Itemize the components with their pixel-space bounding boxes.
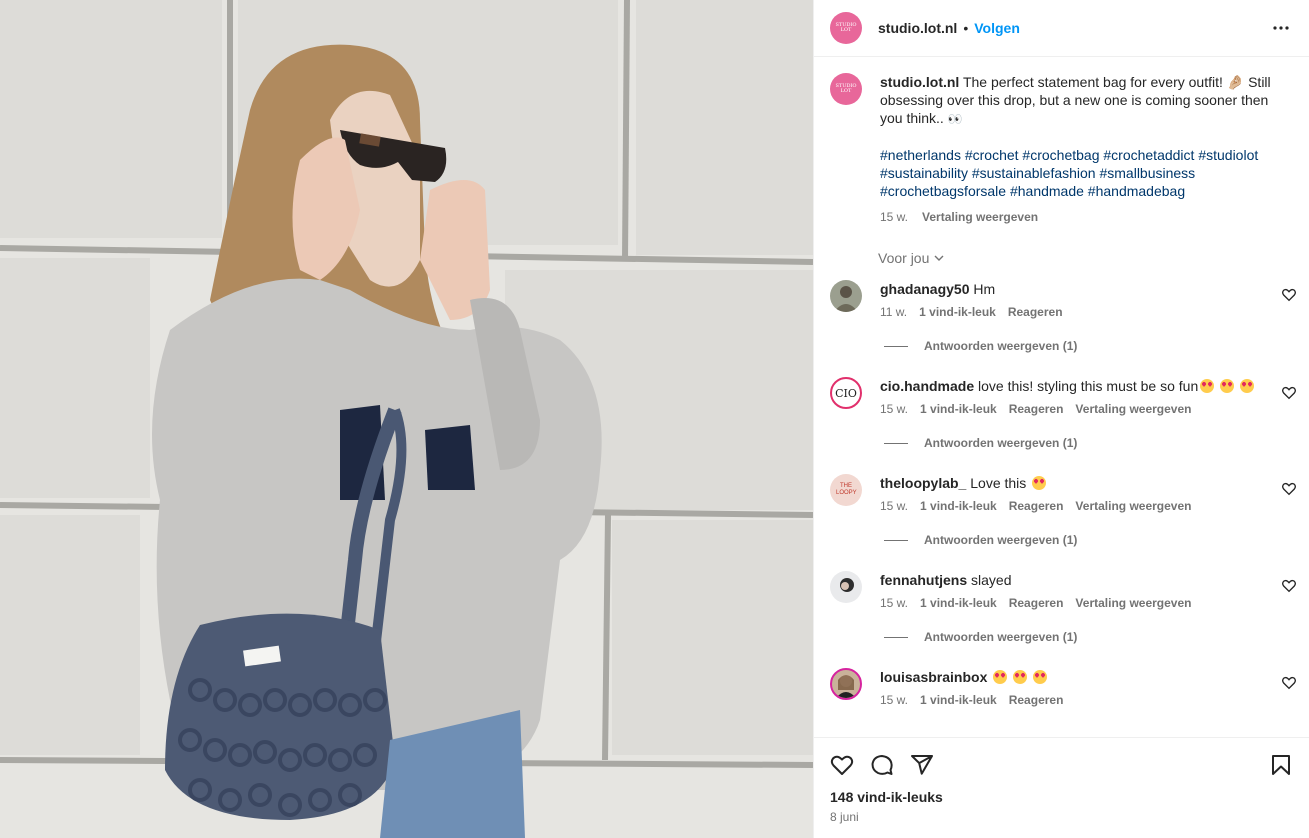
photo-illustration	[0, 0, 813, 838]
eyes-emoji: 👀	[947, 112, 963, 126]
comment-time[interactable]: 15 w.	[880, 499, 908, 513]
view-replies-label: Antwoorden weergeven (1)	[924, 533, 1078, 547]
caption-meta: 15 w. Vertaling weergeven	[880, 208, 1280, 226]
view-replies-button[interactable]: Antwoorden weergeven (1)	[884, 339, 1309, 353]
commenter-avatar[interactable]: THE LOOPY	[830, 474, 862, 506]
heart-eyes-emoji	[1240, 379, 1255, 393]
comment-icon[interactable]	[870, 753, 894, 777]
comment-time[interactable]: 15 w.	[880, 693, 908, 707]
comments-feed[interactable]: STUDIO LOT studio.lot.nl The perfect sta…	[814, 57, 1309, 737]
heart-eyes-emoji	[1033, 670, 1048, 684]
reply-button[interactable]: Reageren	[1009, 402, 1064, 416]
reply-button[interactable]: Reageren	[1009, 693, 1064, 707]
caption-translate-link[interactable]: Vertaling weergeven	[922, 208, 1038, 226]
commenter-avatar[interactable]	[830, 571, 862, 603]
comment-likes[interactable]: 1 vind-ik-leuk	[920, 596, 997, 610]
comment-text: Love this	[970, 475, 1027, 491]
author-username[interactable]: studio.lot.nl	[878, 20, 957, 36]
caption-time[interactable]: 15 w.	[880, 208, 908, 226]
comment-likes[interactable]: 1 vind-ik-leuk	[919, 305, 996, 319]
caption-author-avatar[interactable]: STUDIO LOT	[830, 73, 862, 105]
comment-text: love this! styling this must be so fun	[978, 378, 1199, 394]
commenter-avatar[interactable]	[830, 668, 862, 700]
comment-heart-icon[interactable]	[1281, 481, 1297, 497]
comment-item: ghadanagy50 Hm 11 w. 1 vind-ik-leuk Reag…	[814, 280, 1309, 319]
post-actions: 148 vind-ik-leuks 8 juni	[814, 737, 1309, 838]
separator-dot: •	[963, 20, 969, 36]
comment-item: louisasbrainbox 15 w. 1 vind-ik-leuk Rea…	[814, 668, 1309, 707]
comment-item: CIO cio.handmade love this! styling this…	[814, 377, 1309, 416]
comment-heart-icon[interactable]	[1281, 287, 1297, 303]
commenter-avatar[interactable]	[830, 280, 862, 312]
comment-heart-icon[interactable]	[1281, 675, 1297, 691]
likes-count[interactable]: 148 vind-ik-leuks	[830, 789, 1293, 805]
heart-eyes-emoji	[993, 670, 1008, 684]
heart-eyes-emoji	[1200, 379, 1215, 393]
author-avatar[interactable]: STUDIO LOT	[830, 12, 862, 44]
caption-username[interactable]: studio.lot.nl	[880, 74, 959, 90]
comment-time[interactable]: 15 w.	[880, 402, 908, 416]
view-replies-label: Antwoorden weergeven (1)	[924, 436, 1078, 450]
follow-button[interactable]: Volgen	[974, 20, 1020, 36]
post-caption: STUDIO LOT studio.lot.nl The perfect sta…	[814, 57, 1309, 226]
caption-hashtags[interactable]: #netherlands #crochet #crochetbag #croch…	[880, 146, 1280, 200]
avatar-logo-text: STUDIO LOT	[835, 22, 857, 33]
heart-icon[interactable]	[830, 753, 854, 777]
reply-button[interactable]: Reageren	[1009, 499, 1064, 513]
comment-item: THE LOOPY theloopylab_ Love this 15 w. 1…	[814, 474, 1309, 513]
translate-link[interactable]: Vertaling weergeven	[1075, 499, 1191, 513]
view-replies-label: Antwoorden weergeven (1)	[924, 630, 1078, 644]
post-photo[interactable]	[0, 0, 813, 838]
view-replies-label: Antwoorden weergeven (1)	[924, 339, 1078, 353]
heart-eyes-emoji	[1032, 476, 1047, 490]
translate-link[interactable]: Vertaling weergeven	[1075, 402, 1191, 416]
commenter-username[interactable]: theloopylab_	[880, 475, 966, 491]
post-date[interactable]: 8 juni	[830, 810, 1293, 824]
view-replies-button[interactable]: Antwoorden weergeven (1)	[884, 630, 1309, 644]
comment-likes[interactable]: 1 vind-ik-leuk	[920, 402, 997, 416]
comment-time[interactable]: 15 w.	[880, 596, 908, 610]
for-you-filter[interactable]: Voor jou	[878, 250, 1309, 266]
comment-text: slayed	[971, 572, 1012, 588]
more-options-icon[interactable]	[1269, 16, 1293, 40]
chevron-down-icon	[934, 255, 944, 261]
comment-heart-icon[interactable]	[1281, 578, 1297, 594]
commenter-avatar[interactable]: CIO	[830, 377, 862, 409]
translate-link[interactable]: Vertaling weergeven	[1075, 596, 1191, 610]
post-header: STUDIO LOT studio.lot.nl • Volgen	[814, 0, 1309, 57]
post-side-panel: STUDIO LOT studio.lot.nl • Volgen STUDIO…	[813, 0, 1309, 838]
avatar-logo-text: STUDIO LOT	[835, 83, 857, 94]
for-you-label: Voor jou	[878, 250, 930, 266]
heart-eyes-emoji	[1013, 670, 1028, 684]
commenter-username[interactable]: louisasbrainbox	[880, 669, 987, 685]
bookmark-icon[interactable]	[1269, 753, 1293, 777]
reply-button[interactable]: Reageren	[1009, 596, 1064, 610]
instagram-post-dialog: STUDIO LOT studio.lot.nl • Volgen STUDIO…	[0, 0, 1309, 838]
comment-heart-icon[interactable]	[1281, 385, 1297, 401]
view-replies-button[interactable]: Antwoorden weergeven (1)	[884, 436, 1309, 450]
avatar-logo-text: CIO	[835, 386, 857, 400]
reply-button[interactable]: Reageren	[1008, 305, 1063, 319]
view-replies-button[interactable]: Antwoorden weergeven (1)	[884, 533, 1309, 547]
comment-likes[interactable]: 1 vind-ik-leuk	[920, 499, 997, 513]
share-icon[interactable]	[910, 753, 934, 777]
comment-likes[interactable]: 1 vind-ik-leuk	[920, 693, 997, 707]
avatar-logo-text: THE LOOPY	[836, 483, 857, 496]
comment-text: Hm	[973, 281, 996, 297]
comment-time[interactable]: 11 w.	[880, 305, 907, 319]
heart-eyes-emoji	[1220, 379, 1235, 393]
commenter-username[interactable]: fennahutjens	[880, 572, 967, 588]
commenter-username[interactable]: ghadanagy50	[880, 281, 969, 297]
comment-item: fennahutjens slayed 15 w. 1 vind-ik-leuk…	[814, 571, 1309, 610]
commenter-username[interactable]: cio.handmade	[880, 378, 974, 394]
